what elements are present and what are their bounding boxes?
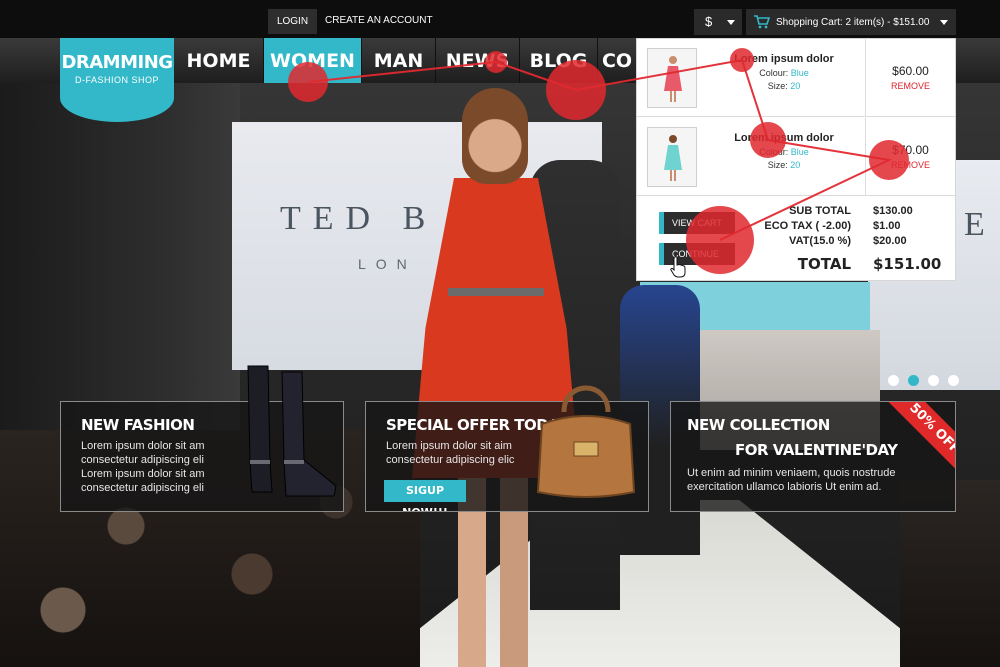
logo[interactable]: DRAMMING D-FASHION SHOP (60, 38, 174, 122)
shopping-cart-button[interactable]: Shopping Cart: 2 item(s) - $151.00 (746, 9, 956, 35)
backdrop-screen-right-text: E (964, 206, 985, 243)
cart-item-price-cell: $70.00 REMOVE (865, 118, 955, 196)
cart-icon (754, 15, 770, 29)
create-account-link[interactable]: CREATE AN ACCOUNT (325, 15, 433, 26)
cart-item-size-label: Size: (767, 81, 788, 91)
cart-item-name[interactable]: Lorem ipsum dolor (707, 53, 861, 65)
nav-item-women[interactable]: WOMEN (264, 38, 362, 83)
slider-pagination (888, 375, 959, 387)
cart-item-name[interactable]: Lorem ipsum dolor (707, 132, 861, 144)
chevron-down-icon (727, 20, 735, 25)
cart-item-size-label: Size: (767, 160, 788, 170)
cart-item-thumbnail[interactable] (647, 127, 697, 187)
nav-item-blog[interactable]: BLOG (520, 38, 598, 83)
cart-item-thumbnail[interactable] (647, 48, 697, 108)
cart-item-price: $70.00 (892, 143, 929, 157)
dress-icon (664, 56, 682, 102)
vat-label: VAT(15.0 %) (789, 235, 851, 247)
currency-dropdown[interactable]: $ (694, 9, 742, 35)
subtotal-value: $130.00 (873, 205, 913, 217)
boots-icon (247, 365, 337, 497)
cart-item-size: 20 (790, 160, 801, 170)
top-bar: LOGIN CREATE AN ACCOUNT $ Shopping Cart:… (0, 0, 1000, 38)
view-cart-button[interactable]: VIEW CART (659, 212, 735, 234)
promo-title-line2: FOR VALENTINE'DAY (735, 441, 898, 459)
remove-item-link[interactable]: REMOVE (866, 81, 955, 91)
cart-item-size: 20 (790, 81, 801, 91)
promo-title: NEW COLLECTION (687, 416, 830, 434)
subtotal-label: SUB TOTAL (789, 205, 851, 217)
logo-name: DRAMMING (61, 52, 173, 73)
nav-item-news[interactable]: NEWS (436, 38, 520, 83)
eco-tax-value: $1.00 (873, 220, 901, 232)
slider-dot[interactable] (948, 375, 959, 386)
promo-title: NEW FASHION (81, 416, 195, 434)
slider-dot[interactable] (888, 375, 899, 386)
chevron-down-icon (940, 20, 948, 25)
handbag-icon (536, 385, 636, 498)
nav-item-home[interactable]: HOME (174, 38, 264, 83)
slider-dot[interactable] (908, 375, 919, 386)
shopping-cart-label: Shopping Cart: 2 item(s) - $151.00 (776, 17, 930, 28)
cart-item-colour: Blue (790, 147, 809, 157)
vat-value: $20.00 (873, 235, 907, 247)
cart-item-colour: Blue (790, 68, 809, 78)
login-button[interactable]: LOGIN (268, 9, 317, 34)
cart-item-colour-label: Colour: (759, 147, 789, 157)
cart-item-colour-label: Colour: (759, 68, 789, 78)
promo-text: Lorem ipsum dolor sit am consectetur adi… (81, 440, 205, 494)
cart-dropdown: Lorem ipsum dolor Colour: Blue Size: 20 … (636, 38, 956, 281)
eco-tax-label: ECO TAX ( -2.00) (764, 220, 851, 232)
signup-now-button[interactable]: SIGUP NOW!!! (384, 480, 466, 511)
cart-item: Lorem ipsum dolor Colour: Blue Size: 20 … (637, 118, 955, 196)
dress-icon (664, 135, 682, 181)
cart-item-info: Lorem ipsum dolor Colour: Blue Size: 20 (707, 132, 861, 170)
slider-dot[interactable] (928, 375, 939, 386)
nav-item-contact[interactable]: CO (598, 38, 636, 83)
total-value: $151.00 (873, 255, 942, 273)
cart-item-info: Lorem ipsum dolor Colour: Blue Size: 20 (707, 53, 861, 91)
promo-text: Lorem ipsum dolor sit aim consectetur ad… (386, 440, 515, 466)
total-label: TOTAL (797, 255, 851, 273)
cart-item-price: $60.00 (892, 64, 929, 78)
hand-pointer-icon (670, 256, 686, 278)
remove-item-link[interactable]: REMOVE (866, 160, 955, 170)
promo-text: Ut enim ad minim veniaem, quois nostrude… (687, 467, 896, 493)
currency-symbol: $ (705, 14, 713, 29)
cart-item: Lorem ipsum dolor Colour: Blue Size: 20 … (637, 39, 955, 117)
cart-item-price-cell: $60.00 REMOVE (865, 39, 955, 117)
promo-new-collection[interactable]: NEW COLLECTION FOR VALENTINE'DAY Ut enim… (670, 401, 956, 512)
nav-item-man[interactable]: MAN (362, 38, 436, 83)
logo-tagline: D-FASHION SHOP (74, 75, 159, 85)
